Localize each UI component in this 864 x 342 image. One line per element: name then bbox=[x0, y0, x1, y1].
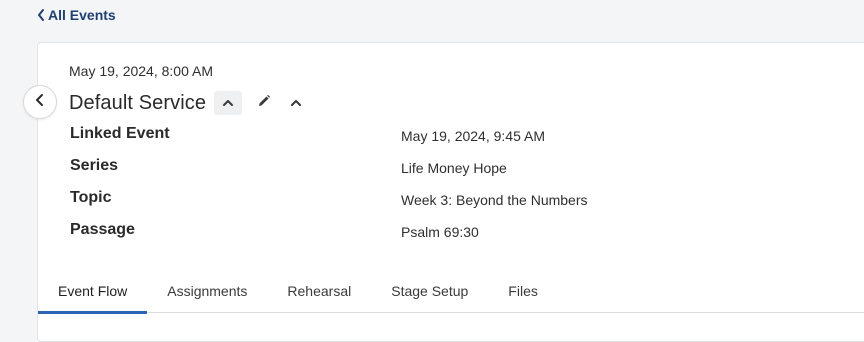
all-events-label: All Events bbox=[48, 7, 116, 23]
toggle-service-button[interactable] bbox=[214, 91, 243, 115]
detail-label: Linked Event bbox=[70, 125, 170, 142]
detail-value: Life Money Hope bbox=[401, 160, 507, 176]
detail-value: May 19, 2024, 9:45 AM bbox=[401, 128, 545, 144]
event-tabs: Event Flow Assignments Rehearsal Stage S… bbox=[38, 268, 864, 314]
event-title-row: Default Service bbox=[69, 91, 308, 115]
tab-assignments[interactable]: Assignments bbox=[147, 268, 267, 313]
event-details: Linked Event May 19, 2024, 9:45 AM Serie… bbox=[70, 124, 770, 252]
event-datetime: May 19, 2024, 8:00 AM bbox=[69, 63, 213, 79]
collapse-details-button[interactable] bbox=[284, 91, 308, 115]
chevron-left-icon bbox=[37, 8, 45, 22]
detail-row-linked-event: Linked Event May 19, 2024, 9:45 AM bbox=[70, 124, 770, 156]
event-title: Default Service bbox=[69, 91, 207, 114]
detail-label: Topic bbox=[70, 189, 112, 206]
detail-row-passage: Passage Psalm 69:30 bbox=[70, 220, 770, 252]
detail-label: Passage bbox=[70, 221, 135, 238]
detail-row-series: Series Life Money Hope bbox=[70, 156, 770, 188]
edit-event-button[interactable] bbox=[252, 91, 276, 115]
chevron-left-icon bbox=[34, 93, 46, 112]
tab-stage-setup[interactable]: Stage Setup bbox=[371, 268, 488, 313]
chevron-up-icon bbox=[290, 94, 302, 112]
previous-event-button[interactable] bbox=[23, 85, 57, 119]
detail-value: Week 3: Beyond the Numbers bbox=[401, 192, 588, 208]
chevron-up-icon bbox=[222, 94, 234, 112]
detail-value: Psalm 69:30 bbox=[401, 224, 479, 240]
tab-event-flow[interactable]: Event Flow bbox=[38, 268, 148, 314]
tab-files[interactable]: Files bbox=[488, 268, 558, 313]
pencil-icon bbox=[257, 94, 271, 113]
detail-label: Series bbox=[70, 157, 119, 174]
all-events-link[interactable]: All Events bbox=[37, 7, 116, 23]
tab-rehearsal[interactable]: Rehearsal bbox=[267, 268, 371, 313]
detail-row-topic: Topic Week 3: Beyond the Numbers bbox=[70, 188, 770, 220]
